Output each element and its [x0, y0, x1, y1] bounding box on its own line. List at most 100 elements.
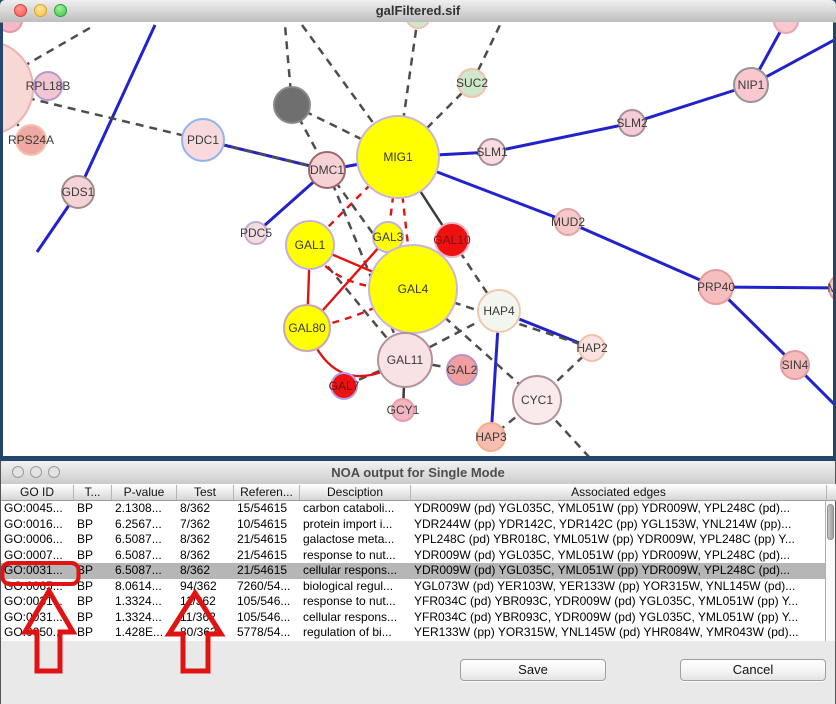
node-PRP40[interactable]: PRP40 — [698, 269, 734, 305]
cell: 7260/54... — [234, 579, 300, 595]
table-row[interactable]: GO:0007...BP6.5087...8/36221/54615respon… — [1, 548, 827, 564]
cell: GO:0031... — [1, 610, 74, 626]
node-HAP4[interactable]: HAP4 — [477, 289, 521, 333]
cell: 8.0614... — [112, 579, 177, 595]
node-GAL2[interactable]: GAL2 — [446, 354, 478, 386]
node-label: CYC1 — [521, 394, 553, 406]
cell: response to nut... — [300, 594, 411, 610]
network-edges — [3, 22, 833, 456]
table-row[interactable]: GO:0050...BP1.428E...80/3625778/54...reg… — [1, 625, 827, 641]
column-header-filler — [827, 485, 836, 500]
network-window-titlebar[interactable]: galFiltered.sif — [0, 0, 836, 23]
node-DMC1[interactable]: DMC1 — [308, 151, 346, 189]
node-SLM1[interactable]: SLM1 — [478, 138, 506, 166]
node-label: GAL11 — [387, 354, 423, 366]
node-NIP1[interactable]: NIP1 — [733, 67, 769, 103]
cell: YFR034C (pd) YBR093C, YDR009W (pd) YGL03… — [411, 594, 827, 610]
node-label: DMC1 — [310, 164, 344, 176]
cell: 21/54615 — [234, 548, 300, 564]
table-row[interactable]: GO:0065...BP8.0614...94/3627260/54...bio… — [1, 579, 827, 595]
cell: 1.3324... — [112, 594, 177, 610]
node-GCY1[interactable]: GCY1 — [391, 398, 415, 422]
column-header-associated-edges[interactable]: Associated edges — [411, 485, 827, 500]
cell: BP — [74, 563, 112, 579]
cell: response to nut... — [300, 548, 411, 564]
node-label: GAL3 — [373, 231, 404, 243]
cell: 80/362 — [177, 625, 234, 641]
scrollbar-thumb[interactable] — [827, 504, 834, 540]
column-header-go-id[interactable]: GO ID — [1, 485, 74, 500]
node-MUD2[interactable]: MUD2 — [554, 208, 582, 236]
cell: BP — [74, 532, 112, 548]
column-header-p-value[interactable]: P-value — [112, 485, 177, 500]
noa-output-window: NOA output for Single Mode GO IDT...P-va… — [0, 461, 836, 704]
node-label: GAL10 — [433, 234, 470, 246]
cell: 8/362 — [177, 548, 234, 564]
node-CYC1[interactable]: CYC1 — [512, 375, 562, 425]
node-RPS24A[interactable]: RPS24A — [15, 124, 47, 156]
node-MIG1[interactable]: MIG1 — [356, 115, 440, 199]
cell: 6.5087... — [112, 532, 177, 548]
node-label: GDS1 — [62, 186, 95, 198]
cell: BP — [74, 610, 112, 626]
table-row[interactable]: GO:0031...BP6.5087...8/36221/54615cellul… — [1, 563, 827, 579]
node-label: NIP1 — [738, 79, 765, 91]
node-SLM2[interactable]: SLM2 — [618, 109, 646, 137]
node-label: SIN4 — [782, 359, 809, 371]
column-header-referen-[interactable]: Referen... — [234, 485, 300, 500]
cell: 11/362 — [177, 610, 234, 626]
table-row[interactable]: GO:0006...BP6.5087...8/36221/54615galact… — [1, 532, 827, 548]
cancel-button[interactable]: Cancel — [680, 659, 826, 681]
cell: 10/54615 — [234, 517, 300, 533]
cell: GO:0006... — [1, 532, 74, 548]
cell: 105/546... — [234, 610, 300, 626]
node-GAL1[interactable]: GAL1 — [285, 220, 335, 270]
node-label: SLM1 — [476, 146, 507, 158]
node-SUC2[interactable]: SUC2 — [457, 68, 487, 98]
node-GAL11[interactable]: GAL11 — [377, 332, 433, 388]
cell: YDR244W (pp) YDR142C, YDR142C (pp) YGL15… — [411, 517, 827, 533]
cell: 94/362 — [177, 579, 234, 595]
cell: regulation of bi... — [300, 625, 411, 641]
node-label: SLM2 — [616, 117, 647, 129]
cell: 21/54615 — [234, 532, 300, 548]
node-GAL4[interactable]: GAL4 — [368, 244, 458, 334]
cell: galactose meta... — [300, 532, 411, 548]
table-row[interactable]: GO:0045...BP2.1308...8/36215/54615carbon… — [1, 501, 827, 517]
node-HAP2[interactable]: HAP2 — [578, 334, 606, 362]
node-RPL18B[interactable]: RPL18B — [33, 71, 63, 101]
node-HAP3[interactable]: HAP3 — [476, 422, 506, 452]
node-label: SUC2 — [456, 77, 488, 89]
cell: YPL248C (pd) YBR018C, YML051W (pp) YDR00… — [411, 532, 827, 548]
node-label: MSL1 — [827, 282, 833, 294]
noa-window-titlebar[interactable]: NOA output for Single Mode — [1, 461, 835, 485]
network-window-title: galFiltered.sif — [0, 0, 836, 22]
cell: 1.3324... — [112, 610, 177, 626]
node-GDS1[interactable]: GDS1 — [61, 175, 95, 209]
node-GAL7[interactable]: GAL7 — [330, 372, 358, 400]
network-canvas[interactable]: RPL18B RPS24A GDS1 PDC1 PDC5 DMC1 MIG1 GAL1 GAL3… — [3, 22, 833, 456]
column-header-test[interactable]: Test — [177, 485, 234, 500]
column-header-desciption[interactable]: Desciption — [300, 485, 411, 500]
cell: 105/546... — [234, 594, 300, 610]
table-row[interactable]: GO:0016...BP6.2567...7/36210/54615protei… — [1, 517, 827, 533]
node-PDC1[interactable]: PDC1 — [181, 118, 225, 162]
cell: 1.428E... — [112, 625, 177, 641]
column-header-t-[interactable]: T... — [74, 485, 112, 500]
cell: GO:0065... — [1, 579, 74, 595]
save-button[interactable]: Save — [460, 659, 606, 681]
table-row[interactable]: GO:0031...BP1.3324...11/362105/546...cel… — [1, 610, 827, 626]
vertical-scrollbar[interactable] — [825, 501, 835, 641]
network-window: galFiltered.sif RPL18B RPS24A GDS1 PDC1 PDC5… — [0, 0, 836, 461]
cell: cellular respons... — [300, 610, 411, 626]
node-label: GAL7 — [329, 380, 360, 392]
node-SIN4[interactable]: SIN4 — [780, 350, 810, 380]
cell: 15/54615 — [234, 501, 300, 517]
noa-window-title: NOA output for Single Mode — [1, 461, 835, 484]
node-label: HAP3 — [475, 431, 506, 443]
node-PDC5[interactable]: PDC5 — [244, 221, 268, 245]
node-GAL80[interactable]: GAL80 — [283, 304, 331, 352]
node-label: PDC5 — [240, 227, 272, 239]
node-gray-node[interactable] — [273, 86, 311, 124]
table-row[interactable]: GO:0031...BP1.3324...11/362105/546...res… — [1, 594, 827, 610]
